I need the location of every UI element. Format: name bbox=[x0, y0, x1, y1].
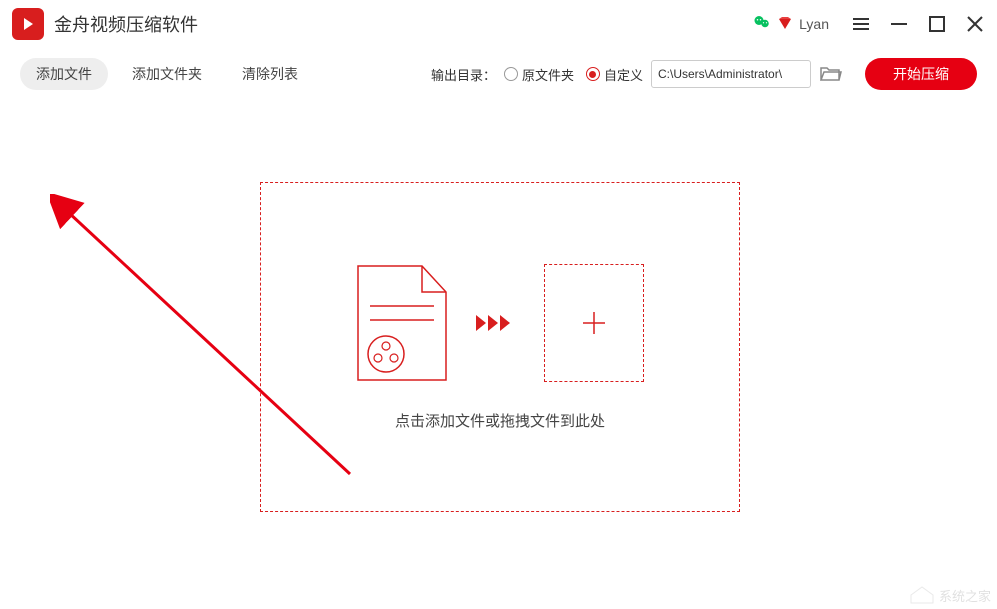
plus-icon bbox=[579, 308, 609, 338]
output-dir-label: 输出目录： bbox=[431, 65, 496, 84]
radio-custom-folder[interactable]: 自定义 bbox=[586, 65, 643, 84]
output-path-input[interactable] bbox=[651, 60, 811, 88]
titlebar-left: 金舟视频压缩软件 bbox=[12, 8, 198, 40]
close-button[interactable] bbox=[965, 14, 985, 34]
watermark: 系统之家 bbox=[909, 585, 991, 605]
dropzone-hint-text: 点击添加文件或拖拽文件到此处 bbox=[395, 410, 605, 431]
radio-original-folder[interactable]: 原文件夹 bbox=[504, 65, 574, 84]
browse-folder-button[interactable] bbox=[819, 62, 843, 86]
window-controls bbox=[851, 14, 985, 34]
start-compress-button[interactable]: 开始压缩 bbox=[865, 58, 977, 90]
wechat-icon bbox=[753, 13, 771, 36]
clear-list-button[interactable]: 清除列表 bbox=[226, 58, 314, 90]
radio-icon bbox=[504, 67, 518, 81]
arrow-right-icon bbox=[476, 311, 516, 335]
vip-diamond-icon bbox=[777, 15, 793, 34]
titlebar: 金舟视频压缩软件 Lyan bbox=[0, 0, 997, 48]
watermark-text: 系统之家 bbox=[939, 586, 991, 605]
toolbar-right: 输出目录： 原文件夹 自定义 开始压缩 bbox=[431, 58, 977, 90]
output-radio-group: 原文件夹 自定义 bbox=[504, 65, 643, 84]
user-info[interactable]: Lyan bbox=[753, 13, 829, 36]
titlebar-right: Lyan bbox=[753, 13, 985, 36]
radio-original-label: 原文件夹 bbox=[522, 65, 574, 84]
add-file-button[interactable]: 添加文件 bbox=[20, 58, 108, 90]
watermark-house-icon bbox=[909, 585, 935, 605]
file-document-icon bbox=[356, 264, 448, 382]
file-dropzone[interactable]: 点击添加文件或拖拽文件到此处 bbox=[260, 182, 740, 512]
radio-icon-checked bbox=[586, 67, 600, 81]
maximize-button[interactable] bbox=[927, 14, 947, 34]
minimize-button[interactable] bbox=[889, 14, 909, 34]
app-title: 金舟视频压缩软件 bbox=[54, 11, 198, 37]
menu-button[interactable] bbox=[851, 14, 871, 34]
user-name: Lyan bbox=[799, 16, 829, 32]
dropzone-graphics bbox=[356, 264, 644, 382]
app-logo-icon bbox=[12, 8, 44, 40]
add-folder-button[interactable]: 添加文件夹 bbox=[116, 58, 218, 90]
main-area: 点击添加文件或拖拽文件到此处 bbox=[0, 104, 997, 607]
toolbar: 添加文件 添加文件夹 清除列表 输出目录： 原文件夹 自定义 开始压缩 bbox=[0, 48, 997, 104]
add-placeholder-box bbox=[544, 264, 644, 382]
radio-custom-label: 自定义 bbox=[604, 65, 643, 84]
